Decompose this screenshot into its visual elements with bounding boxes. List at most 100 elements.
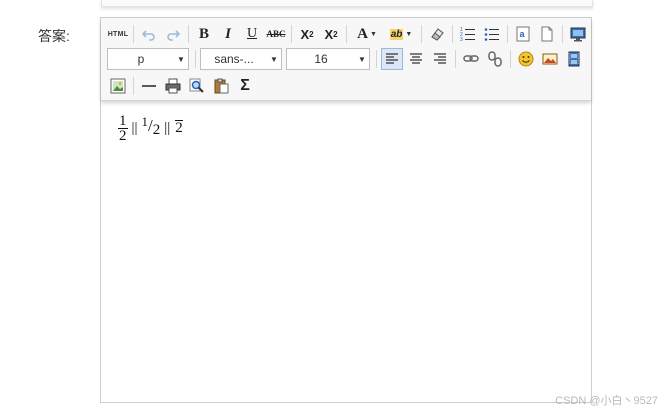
watermark: CSDN @小白丶9527	[555, 395, 658, 407]
toolbar-separator	[452, 25, 453, 43]
bar-separator: ||	[164, 120, 171, 136]
monitor-icon	[570, 27, 586, 42]
bevelled-denominator: 2	[152, 122, 161, 138]
chevron-down-icon: ▼	[177, 54, 185, 64]
align-center-icon	[410, 53, 422, 64]
insert-formula-button[interactable]: Σ	[234, 75, 256, 97]
toolbar-separator	[376, 50, 377, 68]
horizontal-rule-button[interactable]	[138, 75, 160, 97]
font-color-button[interactable]: A ▼	[351, 23, 383, 45]
insert-image-button[interactable]	[539, 48, 561, 70]
toolbar-separator	[507, 25, 508, 43]
clear-format-button[interactable]	[426, 23, 448, 45]
source-html-button[interactable]: HTML	[107, 23, 129, 45]
answer-label: 答案:	[38, 28, 70, 44]
bullet-list-icon	[484, 28, 499, 41]
highlight-letters: ab	[389, 28, 404, 40]
blank-page-icon	[541, 26, 553, 42]
chevron-down-icon: ▼	[369, 30, 377, 38]
fraction-numerator: 1	[118, 113, 128, 129]
toolbar-separator	[346, 25, 347, 43]
printer-icon	[165, 78, 181, 94]
ordered-list-button[interactable]: 123	[457, 23, 479, 45]
picture-icon	[110, 78, 126, 94]
font-size-value: 16	[314, 52, 328, 66]
subscript-button[interactable]: X2	[320, 23, 342, 45]
editor-content[interactable]: 1 2 || 1 / 2 || 2	[118, 113, 183, 144]
image-icon	[542, 53, 558, 65]
strikethrough-button[interactable]: ABC	[265, 23, 287, 45]
underline-button[interactable]: U	[241, 23, 263, 45]
insert-video-button[interactable]	[563, 48, 585, 70]
editor-toolbar: HTML B I U ABC X2 X2 A ▼ ab ▼ 1 2 3 a p …	[101, 18, 591, 101]
select-all-button[interactable]: a	[512, 23, 534, 45]
highlight-color-button[interactable]: ab ▼	[385, 23, 417, 45]
bar-separator: ||	[131, 120, 138, 136]
bold-button[interactable]: B	[193, 23, 215, 45]
toolbar-row-2: p ▼ sans-... ▼ 16 ▼	[107, 47, 587, 71]
new-document-button[interactable]	[536, 23, 558, 45]
paragraph-format-select[interactable]: p ▼	[107, 48, 189, 70]
overlined-number: 2	[175, 120, 183, 136]
magnifier-icon	[189, 78, 204, 93]
superscript-button[interactable]: X2	[296, 23, 318, 45]
toolbar-separator	[133, 25, 134, 43]
toolbar-separator	[133, 77, 134, 95]
chevron-down-icon: ▼	[358, 54, 366, 64]
insert-link-button[interactable]	[460, 48, 482, 70]
unordered-list-button[interactable]	[481, 23, 503, 45]
subscript-mark: 2	[333, 29, 338, 39]
eraser-icon	[431, 28, 444, 41]
italic-button[interactable]: I	[217, 23, 239, 45]
image-gallery-button[interactable]	[107, 75, 129, 97]
sigma-icon: Σ	[240, 77, 250, 94]
subscript-letter: X	[324, 26, 334, 42]
emoticon-button[interactable]	[515, 48, 537, 70]
rich-text-editor: HTML B I U ABC X2 X2 A ▼ ab ▼ 1 2 3 a p …	[100, 17, 592, 403]
unlink-icon	[488, 51, 502, 67]
align-right-button[interactable]	[429, 48, 451, 70]
font-size-select[interactable]: 16 ▼	[286, 48, 370, 70]
redo-button[interactable]	[162, 23, 184, 45]
link-icon	[463, 55, 479, 62]
toolbar-separator	[455, 50, 456, 68]
align-left-icon	[386, 53, 398, 64]
superscript-mark: 2	[309, 29, 314, 39]
redo-icon	[167, 30, 180, 41]
horizontal-line-icon	[142, 85, 156, 87]
font-family-value: sans-...	[214, 52, 254, 66]
align-right-icon	[434, 53, 446, 64]
smiley-icon	[518, 51, 534, 67]
undo-button[interactable]	[138, 23, 160, 45]
search-replace-button[interactable]	[186, 75, 208, 97]
svg-text:3: 3	[460, 37, 463, 42]
ordered-list-icon: 123	[460, 27, 475, 42]
align-center-button[interactable]	[405, 48, 427, 70]
toolbar-separator	[188, 25, 189, 43]
paragraph-format-value: p	[137, 52, 145, 66]
font-family-select[interactable]: sans-... ▼	[200, 48, 282, 70]
select-all-icon: a	[516, 26, 530, 42]
film-icon	[568, 51, 580, 67]
chevron-down-icon: ▼	[405, 30, 413, 38]
clipboard-icon	[214, 78, 229, 94]
chevron-down-icon: ▼	[270, 54, 278, 64]
stacked-fraction: 1 2	[118, 113, 128, 144]
toolbar-separator	[291, 25, 292, 43]
fraction-denominator: 2	[119, 128, 127, 144]
unlink-button[interactable]	[484, 48, 506, 70]
align-left-button[interactable]	[381, 48, 403, 70]
undo-icon	[142, 30, 155, 41]
toolbar-row-3: Σ	[107, 74, 258, 98]
paste-button[interactable]	[210, 75, 232, 97]
toolbar-separator	[510, 50, 511, 68]
bevelled-fraction: 1 / 2	[142, 114, 161, 139]
superscript-letter: X	[300, 26, 310, 42]
toolbar-separator	[421, 25, 422, 43]
toolbar-row-1: HTML B I U ABC X2 X2 A ▼ ab ▼ 1 2 3 a	[107, 22, 591, 46]
preview-button[interactable]	[567, 23, 589, 45]
font-color-letter: A	[357, 25, 368, 42]
print-button[interactable]	[162, 75, 184, 97]
toolbar-separator	[195, 50, 196, 68]
toolbar-separator	[562, 25, 563, 43]
